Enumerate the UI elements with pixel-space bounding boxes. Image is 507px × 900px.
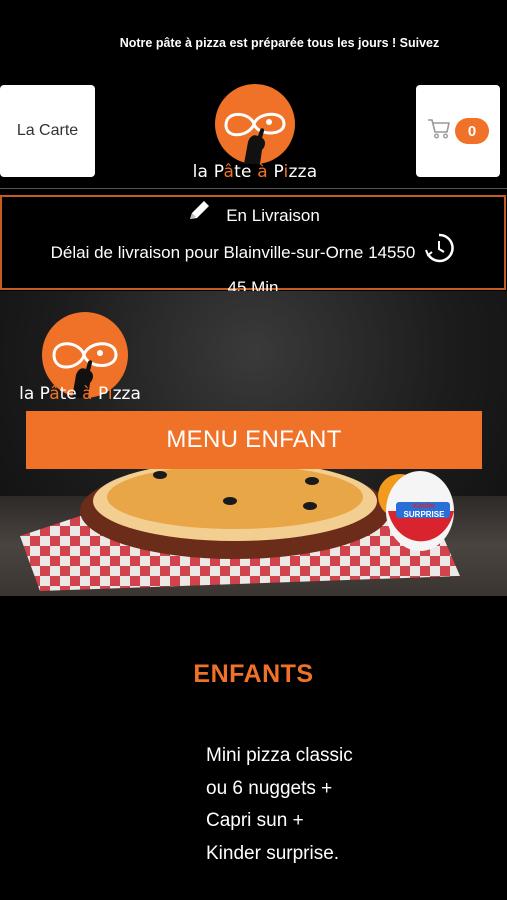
menu-enfant-button[interactable]: MENU ENFANT (26, 411, 482, 469)
delivery-delay-text: Délai de livraison pour Blainville-sur-O… (50, 243, 416, 262)
cart-button[interactable]: 0 (416, 85, 500, 177)
menu-banner[interactable]: la Pâte à Pizza Kinder SURPRISE MENU ENF… (0, 291, 507, 596)
announcement-ticker: Notre pâte à pizza est préparée tous les… (0, 36, 507, 54)
description-line: Mini pizza classic (206, 745, 353, 766)
banner-logo-wordmark: la Pâte à Pizza (19, 384, 141, 404)
pizza-illustration (20, 466, 460, 591)
description-line: ou 6 nuggets + (206, 777, 333, 799)
brand-logo[interactable]: la Pâte à Pizza (188, 80, 322, 184)
header-divider (0, 188, 507, 189)
header: La Carte la Pâte à Pizza 0 (0, 80, 507, 184)
description-line: Capri sun + (206, 810, 304, 831)
la-carte-label: La Carte (16, 122, 79, 139)
logo-wordmark: la Pâte à Pizza (192, 162, 318, 182)
logo-emblem (215, 84, 295, 164)
description-line: Kinder surprise. (206, 842, 340, 864)
delivery-mode: En Livraison (226, 206, 320, 225)
delivery-info-box[interactable]: En Livraison Délai de livraison pour Bla… (0, 195, 506, 297)
product-description: Mini pizza classic ou 6 nuggets + Capri … (206, 740, 436, 870)
cart-icon (427, 118, 451, 145)
kinder-label: Kinder SURPRISE (403, 503, 445, 519)
pencil-icon[interactable] (186, 199, 212, 232)
ticker-text: Notre pâte à pizza est préparée tous les… (119, 36, 440, 50)
product-title: ENFANTS (193, 660, 314, 688)
la-carte-button[interactable]: La Carte (0, 85, 95, 177)
cart-count-badge: 0 (455, 118, 489, 144)
clock-icon (423, 232, 455, 273)
